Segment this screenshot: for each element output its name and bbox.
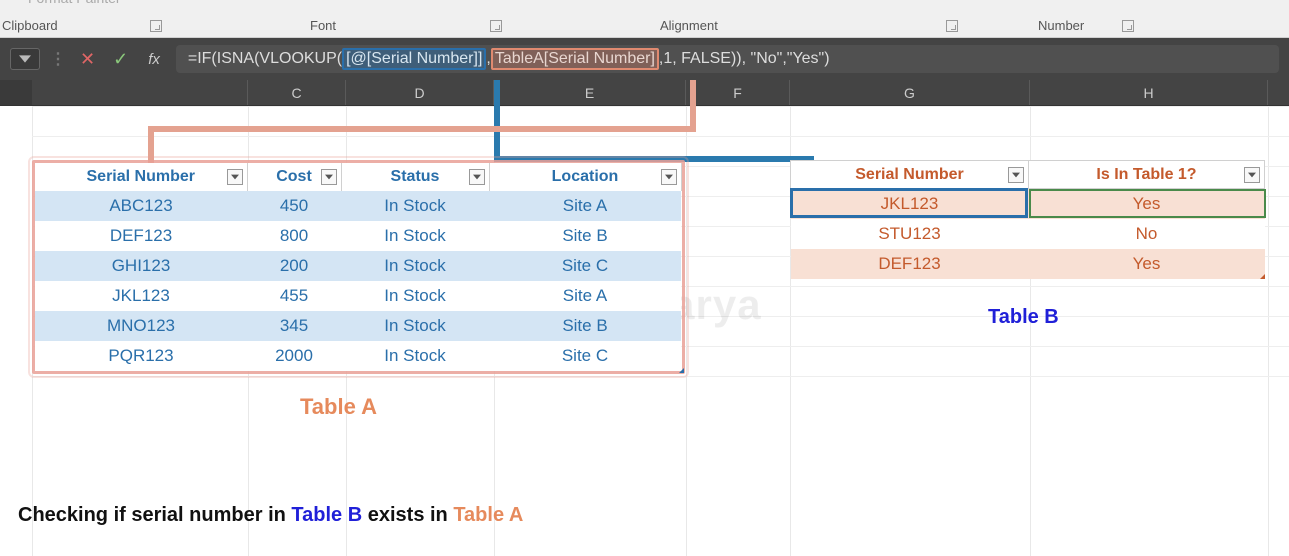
table-row[interactable]: MNO123345In StockSite B xyxy=(35,311,681,341)
formula-arg-range: TableA[Serial Number] xyxy=(491,48,659,70)
table-cell[interactable]: Site A xyxy=(489,191,681,221)
table-cell[interactable]: 800 xyxy=(247,221,341,251)
column-headers: C D E F G H xyxy=(0,80,1289,106)
table-cell[interactable]: Site B xyxy=(489,311,681,341)
formula-bar: ⋮ ✕ ✓ fx =IF(ISNA(VLOOKUP([@[Serial Numb… xyxy=(0,38,1289,80)
format-painter-label: Format Painter xyxy=(28,0,121,6)
filter-dropdown-icon[interactable] xyxy=(469,169,485,185)
table-row[interactable]: GHI123200In StockSite C xyxy=(35,251,681,281)
table-cell[interactable]: Yes xyxy=(1029,249,1265,279)
table-row[interactable]: PQR1232000In StockSite C xyxy=(35,341,681,371)
table-cell[interactable]: 450 xyxy=(247,191,341,221)
table-row[interactable]: DEF123800In StockSite B xyxy=(35,221,681,251)
clipboard-launcher[interactable] xyxy=(150,20,162,32)
table-a-header[interactable]: Serial Number xyxy=(35,163,247,191)
alignment-launcher[interactable] xyxy=(946,20,958,32)
connector-salmon-h xyxy=(148,126,696,132)
filter-dropdown-icon[interactable] xyxy=(661,169,677,185)
table-cell[interactable]: No xyxy=(1029,219,1265,249)
connector-salmon-v2 xyxy=(148,126,154,164)
table-cell[interactable]: 2000 xyxy=(247,341,341,371)
table-b-label: Table B xyxy=(988,306,1059,329)
divider-icon: ⋮ xyxy=(50,49,66,69)
formula-arg-serial: [@[Serial Number]] xyxy=(342,48,486,70)
ribbon-group-alignment: Alignment xyxy=(660,18,718,33)
table-a-resize[interactable] xyxy=(676,365,684,373)
table-row[interactable]: DEF123Yes xyxy=(791,249,1265,279)
caption-table-a: Table A xyxy=(453,504,523,526)
formula-post: ,1, FALSE)), "No","Yes") xyxy=(659,50,830,68)
formula-pre: =IF(ISNA(VLOOKUP( xyxy=(188,50,342,68)
name-box-dropdown[interactable] xyxy=(10,48,40,70)
table-row[interactable]: JKL123Yes xyxy=(791,189,1265,219)
table-b-header[interactable]: Serial Number xyxy=(791,161,1029,189)
table-cell[interactable]: In Stock xyxy=(341,251,489,281)
table-row[interactable]: STU123No xyxy=(791,219,1265,249)
caption-pre: Checking if serial number in xyxy=(18,504,291,526)
table-cell[interactable]: PQR123 xyxy=(35,341,247,371)
select-all-corner[interactable] xyxy=(0,80,32,105)
table-cell[interactable]: Site A xyxy=(489,281,681,311)
table-cell[interactable]: STU123 xyxy=(791,219,1029,249)
table-cell[interactable]: GHI123 xyxy=(35,251,247,281)
table-a-header[interactable]: Cost xyxy=(247,163,341,191)
table-cell[interactable]: In Stock xyxy=(341,311,489,341)
table-cell[interactable]: JKL123 xyxy=(35,281,247,311)
font-launcher[interactable] xyxy=(490,20,502,32)
ribbon-group-number: Number xyxy=(1038,18,1084,33)
col-header-h[interactable]: H xyxy=(1030,80,1268,105)
ribbon-area: Format Painter Clipboard Font Alignment … xyxy=(0,0,1289,38)
table-cell[interactable]: In Stock xyxy=(341,341,489,371)
cancel-icon[interactable]: ✕ xyxy=(80,49,95,70)
filter-dropdown-icon[interactable] xyxy=(321,169,337,185)
table-cell[interactable]: JKL123 xyxy=(791,189,1029,219)
table-cell[interactable]: MNO123 xyxy=(35,311,247,341)
ribbon-group-font: Font xyxy=(310,18,336,33)
caption-mid: exists in xyxy=(362,504,453,526)
table-cell[interactable]: Site C xyxy=(489,251,681,281)
table-a: Serial NumberCostStatusLocation ABC12345… xyxy=(32,160,685,374)
col-header-e[interactable]: E xyxy=(494,80,686,105)
table-cell[interactable]: Site C xyxy=(489,341,681,371)
table-a-header[interactable]: Location xyxy=(489,163,681,191)
number-launcher[interactable] xyxy=(1122,20,1134,32)
caption-table-b: Table B xyxy=(291,504,362,526)
fx-icon[interactable]: fx xyxy=(148,51,160,68)
table-cell[interactable]: ABC123 xyxy=(35,191,247,221)
sheet-area[interactable]: Sudeep Acharya Serial NumberCostStatusLo… xyxy=(0,106,1289,556)
table-cell[interactable]: 455 xyxy=(247,281,341,311)
ribbon-group-clipboard: Clipboard xyxy=(2,18,58,33)
col-header-b[interactable] xyxy=(32,80,248,105)
formula-input[interactable]: =IF(ISNA(VLOOKUP([@[Serial Number]],Tabl… xyxy=(176,45,1279,73)
table-b: Serial NumberIs In Table 1? JKL123YesSTU… xyxy=(790,160,1265,279)
table-row[interactable]: JKL123455In StockSite A xyxy=(35,281,681,311)
table-b-resize[interactable] xyxy=(1257,271,1265,279)
table-cell[interactable]: DEF123 xyxy=(35,221,247,251)
accept-icon[interactable]: ✓ xyxy=(113,49,128,70)
table-cell[interactable]: In Stock xyxy=(341,281,489,311)
col-header-d[interactable]: D xyxy=(346,80,494,105)
table-cell[interactable]: In Stock xyxy=(341,191,489,221)
filter-dropdown-icon[interactable] xyxy=(227,169,243,185)
table-cell[interactable]: DEF123 xyxy=(791,249,1029,279)
filter-dropdown-icon[interactable] xyxy=(1244,167,1260,183)
table-cell[interactable]: Yes xyxy=(1029,189,1265,219)
col-header-f[interactable]: F xyxy=(686,80,790,105)
table-a-label: Table A xyxy=(300,394,377,420)
table-b-header[interactable]: Is In Table 1? xyxy=(1029,161,1265,189)
table-cell[interactable]: 345 xyxy=(247,311,341,341)
table-cell[interactable]: In Stock xyxy=(341,221,489,251)
table-cell[interactable]: Site B xyxy=(489,221,681,251)
table-row[interactable]: ABC123450In StockSite A xyxy=(35,191,681,221)
col-header-g[interactable]: G xyxy=(790,80,1030,105)
col-header-c[interactable]: C xyxy=(248,80,346,105)
table-cell[interactable]: 200 xyxy=(247,251,341,281)
caption: Checking if serial number in Table B exi… xyxy=(18,504,523,527)
table-a-header[interactable]: Status xyxy=(341,163,489,191)
filter-dropdown-icon[interactable] xyxy=(1008,167,1024,183)
